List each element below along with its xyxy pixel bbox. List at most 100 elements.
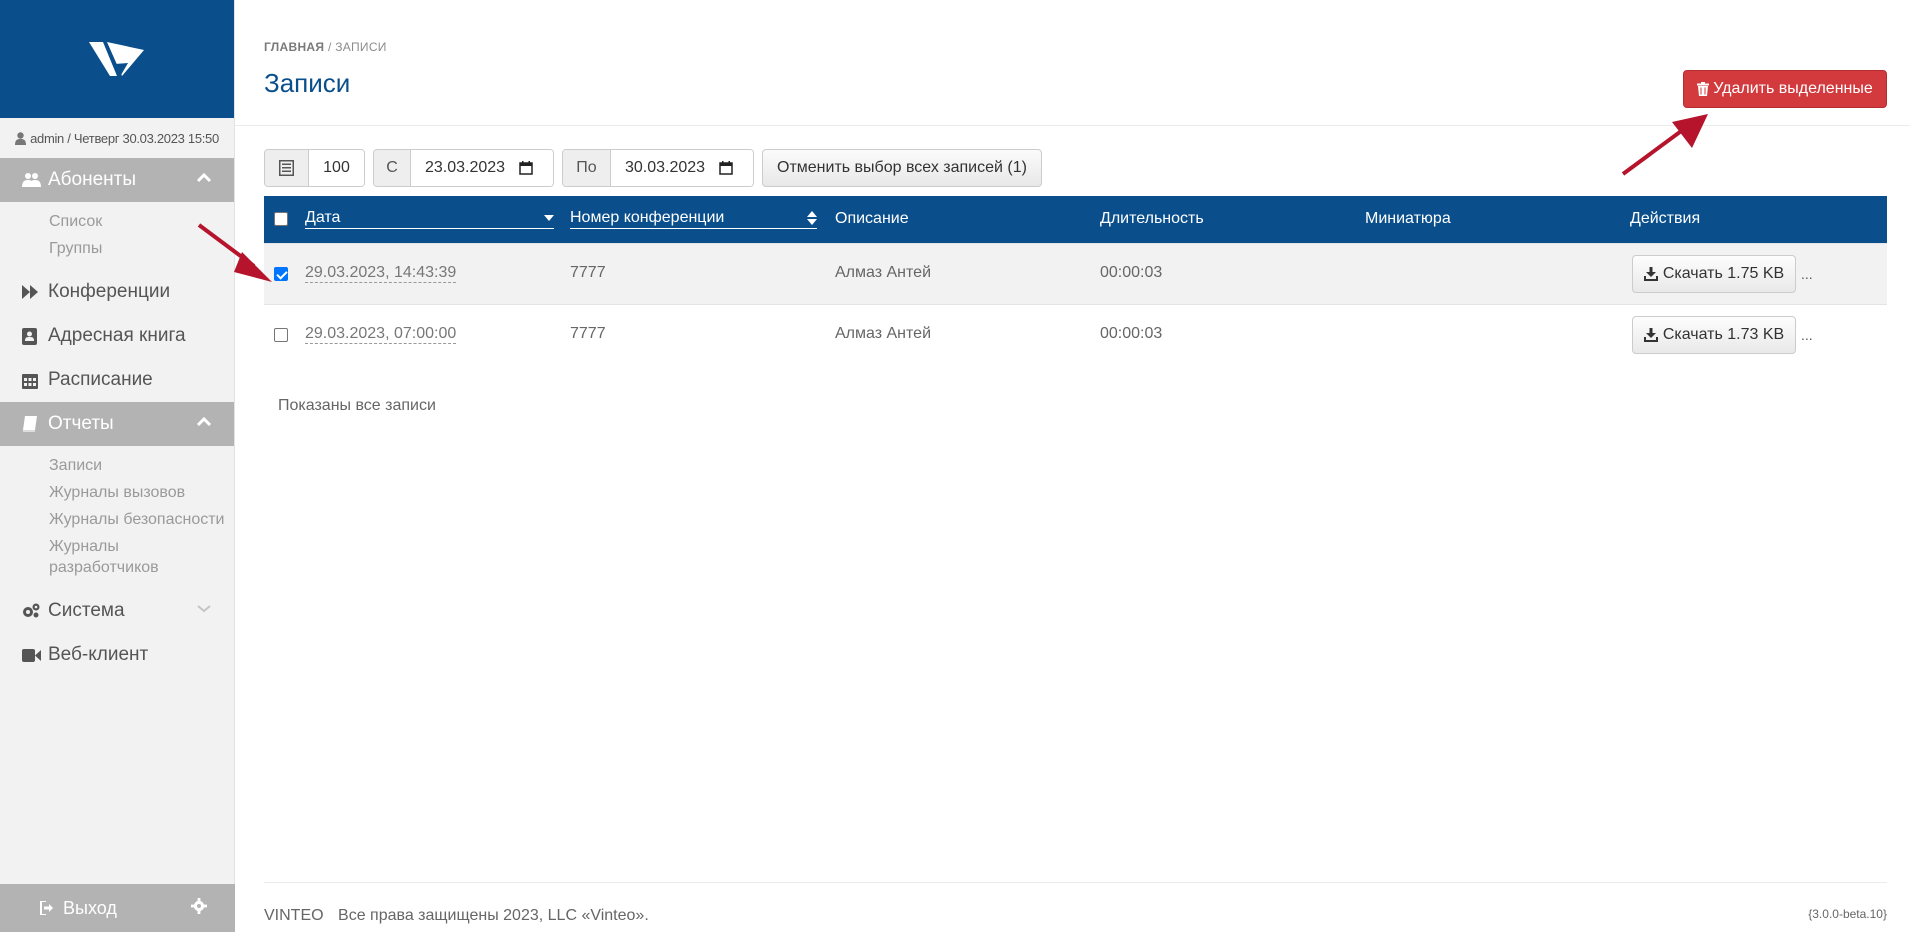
date-to-input[interactable]: 30.03.2023: [611, 150, 753, 186]
table-header: Дата Номер конференции Описание Длительн…: [264, 196, 1887, 243]
breadcrumb-home[interactable]: ГЛАВНАЯ: [264, 40, 324, 54]
footer-brand: VINTEO: [264, 907, 324, 924]
nav-reports[interactable]: Отчеты: [0, 402, 234, 446]
breadcrumb-current: ЗАПИСИ: [335, 40, 387, 54]
column-description: Описание: [835, 210, 909, 227]
chevron-up-icon[interactable]: [196, 170, 212, 186]
list-icon: [265, 150, 309, 186]
sidebar-item-developer-logs[interactable]: Журналы разработчиков: [49, 533, 219, 581]
filter-bar: 100 С 23.03.2023 По 30.03.2023 Отменить …: [264, 149, 1042, 187]
video-camera-icon: [22, 648, 44, 662]
column-conference[interactable]: Номер конференции: [570, 209, 817, 229]
chevron-down-icon[interactable]: [196, 601, 212, 617]
breadcrumb-separator: /: [327, 40, 332, 54]
date-to-label: По: [563, 150, 611, 186]
column-thumbnail: Миниатюра: [1365, 210, 1451, 227]
gear-icon[interactable]: [191, 898, 207, 914]
page-size-input[interactable]: 100: [309, 150, 364, 186]
page-size-group: 100: [264, 149, 365, 187]
select-all-cell: [274, 212, 288, 226]
nav-web-client[interactable]: Веб-клиент: [0, 633, 234, 677]
date-from-input[interactable]: 23.03.2023: [411, 150, 553, 186]
main-content: ГЛАВНАЯ / ЗАПИСИ Записи Удалить выделенн…: [235, 0, 1910, 932]
vinteo-logo-icon: [89, 42, 144, 76]
footer-divider: [264, 882, 1887, 883]
nav-subscribers-label: Абоненты: [48, 169, 137, 190]
footer-copyright: Все права защищены 2023, LLC «Vinteo».: [338, 907, 649, 924]
column-duration: Длительность: [1100, 210, 1204, 227]
nav-system-label: Система: [48, 600, 125, 621]
user-info-text: admin / Четверг 30.03.2023 15:50: [30, 130, 219, 146]
row-checkbox[interactable]: [274, 328, 288, 342]
table-row[interactable]: 29.03.2023, 07:00:00 7777 Алмаз Антей 00…: [264, 304, 1887, 365]
calendar-picker-icon[interactable]: [519, 161, 533, 175]
column-conference-label: Номер конференции: [570, 209, 725, 226]
select-all-checkbox[interactable]: [274, 212, 288, 226]
breadcrumb: ГЛАВНАЯ / ЗАПИСИ: [264, 40, 387, 54]
column-actions: Действия: [1630, 210, 1701, 227]
nav-subscribers[interactable]: Абоненты: [0, 158, 234, 202]
header-divider: [235, 125, 1910, 126]
users-icon: [22, 172, 44, 188]
logout-label: Выход: [63, 897, 117, 918]
row-actions: Скачать 1.75 KB ...: [1632, 255, 1813, 293]
table-row[interactable]: 29.03.2023, 14:43:39 7777 Алмаз Антей 00…: [264, 243, 1887, 304]
row-duration: 00:00:03: [1100, 264, 1163, 281]
column-date[interactable]: Дата: [305, 209, 554, 229]
sidebar-item-security-logs[interactable]: Журналы безопасности: [49, 506, 234, 533]
download-icon: [1643, 328, 1658, 342]
sort-desc-icon: [544, 215, 554, 221]
download-label: Скачать 1.73 KB: [1662, 326, 1785, 343]
table-status-text: Показаны все записи: [278, 397, 436, 414]
address-book-icon: [22, 327, 44, 345]
calendar-icon: [22, 372, 44, 389]
date-from-group: С 23.03.2023: [373, 149, 554, 187]
delete-selected-button[interactable]: Удалить выделенные: [1683, 70, 1887, 108]
cogs-icon: [22, 603, 44, 619]
chevron-up-icon[interactable]: [196, 414, 212, 430]
trash-icon: [1697, 82, 1710, 96]
logo-area[interactable]: [0, 0, 234, 118]
subnav-subscribers: Список Группы: [0, 202, 234, 270]
nav-address-book[interactable]: Адресная книга: [0, 314, 234, 358]
unselect-all-button[interactable]: Отменить выбор всех записей (1): [762, 149, 1042, 187]
nav-address-book-label: Адресная книга: [48, 325, 186, 346]
row-conference: 7777: [570, 264, 606, 281]
sidebar-item-list[interactable]: Список: [49, 208, 234, 235]
subnav-reports: Записи Журналы вызовов Журналы безопасно…: [0, 446, 234, 589]
nav-schedule-label: Расписание: [48, 369, 153, 390]
more-menu[interactable]: ...: [1801, 327, 1813, 343]
nav-system[interactable]: Система: [0, 589, 234, 633]
fast-forward-icon: [22, 285, 44, 299]
date-from-label: С: [374, 150, 411, 186]
sort-icon: [807, 211, 817, 225]
sidebar-item-call-logs[interactable]: Журналы вызовов: [49, 479, 234, 506]
more-menu[interactable]: ...: [1801, 266, 1813, 282]
logout-button[interactable]: Выход: [40, 898, 117, 919]
download-label: Скачать 1.75 KB: [1662, 265, 1785, 282]
sign-out-icon: [40, 901, 53, 915]
row-checkbox[interactable]: [274, 267, 288, 281]
download-icon: [1643, 267, 1658, 281]
sidebar: admin / Четверг 30.03.2023 15:50 Абонент…: [0, 0, 235, 932]
version-label: {3.0.0-beta.10}: [1808, 907, 1887, 921]
row-duration: 00:00:03: [1100, 325, 1163, 342]
delete-selected-label: Удалить выделенные: [1713, 80, 1873, 97]
calendar-picker-icon[interactable]: [719, 161, 733, 175]
footer: VINTEO Все права защищены 2023, LLC «Vin…: [264, 907, 649, 925]
row-date-cell: 29.03.2023, 14:43:39: [305, 264, 457, 283]
nav-conferences[interactable]: Конференции: [0, 270, 234, 314]
row-date-link[interactable]: 29.03.2023, 14:43:39: [305, 264, 457, 283]
user-info: admin / Четверг 30.03.2023 15:50: [0, 118, 234, 158]
download-button[interactable]: Скачать 1.75 KB: [1632, 255, 1796, 293]
date-to-group: По 30.03.2023: [562, 149, 754, 187]
row-date-link[interactable]: 29.03.2023, 07:00:00: [305, 325, 457, 344]
row-description: Алмаз Антей: [835, 264, 931, 281]
sidebar-item-recordings[interactable]: Записи: [49, 452, 234, 479]
nav-schedule[interactable]: Расписание: [0, 358, 234, 402]
download-button[interactable]: Скачать 1.73 KB: [1632, 316, 1796, 354]
user-icon: [15, 131, 27, 145]
row-description: Алмаз Антей: [835, 325, 931, 342]
date-from-value: 23.03.2023: [425, 159, 506, 176]
sidebar-item-groups[interactable]: Группы: [49, 235, 234, 262]
